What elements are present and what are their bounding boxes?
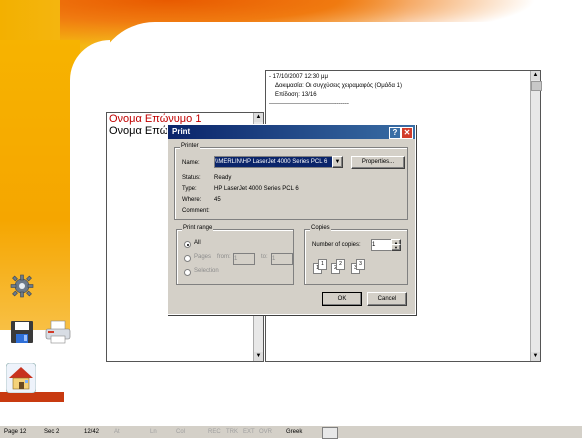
house-icon[interactable] [5, 362, 37, 394]
collate-page: 1 [318, 259, 327, 270]
dialog-title: Print [172, 127, 191, 136]
to-input[interactable]: 1 [271, 253, 293, 265]
gear-icon[interactable] [10, 274, 34, 298]
status-ext[interactable]: EXT [243, 427, 255, 437]
number-of-copies-label: Number of copies: [312, 242, 361, 248]
copies-group: Copies Number of copies: 1 ▲ ▼ 1 1 2 2 3… [304, 225, 408, 285]
printer-comment-label: Comment: [182, 208, 210, 214]
printer-type-value: HP LaserJet 4000 Series PCL 6 [214, 186, 299, 192]
print-range-label: Print range [182, 225, 214, 231]
result-date: - 17/10/2007 12:30 μμ [269, 74, 328, 80]
chevron-down-icon[interactable]: ▼ [332, 156, 343, 168]
cancel-button[interactable]: Cancel [367, 292, 407, 306]
collate-page: 2 [336, 259, 345, 270]
vertical-scrollbar[interactable]: ▲ ▼ [530, 71, 542, 361]
printer-where-label: Where: [182, 197, 202, 203]
printer-status-value: Ready [214, 175, 232, 181]
printer-name-select[interactable]: \\MERLIN\HP LaserJet 4000 Series PCL 6 [214, 156, 340, 168]
printer-name-value: \\MERLIN\HP LaserJet 4000 Series PCL 6 [215, 159, 328, 165]
copies-label: Copies [310, 225, 331, 231]
printer-type-label: Type: [182, 186, 197, 192]
status-ovr[interactable]: OVR [259, 427, 272, 437]
printer-status-label: Status: [182, 175, 201, 181]
collate-page: 3 [356, 259, 365, 270]
status-bar: Page 12 Sec 2 12/42 At Ln Col REC TRK EX… [0, 425, 582, 439]
all-radio[interactable] [184, 241, 191, 248]
scroll-up-icon[interactable]: ▲ [254, 113, 263, 122]
home-underline [0, 392, 64, 402]
status-page: Page 12 [4, 429, 27, 435]
scroll-thumb[interactable] [531, 81, 542, 91]
dialog-titlebar[interactable]: Print ? ✕ [168, 125, 415, 139]
ok-button[interactable]: OK [322, 292, 362, 306]
status-section: Sec 2 [44, 429, 60, 435]
result-separator: ---------------------------------------- [269, 101, 349, 107]
status-language: Greek [286, 429, 303, 435]
all-label: All [194, 240, 201, 246]
from-input[interactable]: 1 [233, 253, 255, 265]
status-col: Col [176, 429, 186, 435]
print-dialog: Print ? ✕ Printer Name: \\MERLIN\HP Lase… [167, 124, 416, 315]
printer-name-label: Name: [182, 160, 200, 166]
status-position: 12/42 [84, 429, 100, 435]
status-rec[interactable]: REC [208, 427, 221, 437]
printer-icon[interactable] [44, 320, 72, 344]
from-label: from: [217, 254, 231, 260]
properties-button[interactable]: Properties... [351, 156, 405, 169]
close-icon[interactable]: ✕ [401, 127, 413, 139]
scroll-down-icon[interactable]: ▼ [531, 352, 540, 361]
selection-radio[interactable] [184, 269, 191, 276]
floppy-disk-icon[interactable] [10, 320, 34, 344]
result-test: Δοκιμασία: Οι συγχύσεις χειραμαφός (Ομάδ… [275, 83, 402, 89]
scroll-down-icon[interactable]: ▼ [254, 352, 263, 361]
printer-group: Printer Name: \\MERLIN\HP LaserJet 4000 … [174, 143, 408, 220]
result-score: Επίδοση: 13/16 [275, 92, 317, 98]
to-label: to: [261, 254, 268, 260]
printer-where-value: 45 [214, 197, 221, 203]
copies-input[interactable]: 1 [371, 239, 393, 251]
pages-label: Pages [194, 254, 212, 260]
help-icon[interactable]: ? [389, 127, 401, 139]
status-ln: Ln [150, 429, 157, 435]
printer-group-label: Printer [180, 143, 200, 149]
spellcheck-icon[interactable] [322, 427, 338, 439]
spin-down-icon[interactable]: ▼ [391, 244, 401, 251]
collate-illustration: 1 1 2 2 3 3 [313, 257, 373, 279]
selection-label: Selection [194, 268, 219, 274]
status-trk[interactable]: TRK [226, 427, 238, 437]
pages-radio[interactable] [184, 255, 191, 262]
scroll-up-icon[interactable]: ▲ [531, 71, 540, 80]
print-range-group: Print range All Pages from: 1 to: 1 Sele… [176, 225, 294, 285]
status-at: At [114, 429, 120, 435]
